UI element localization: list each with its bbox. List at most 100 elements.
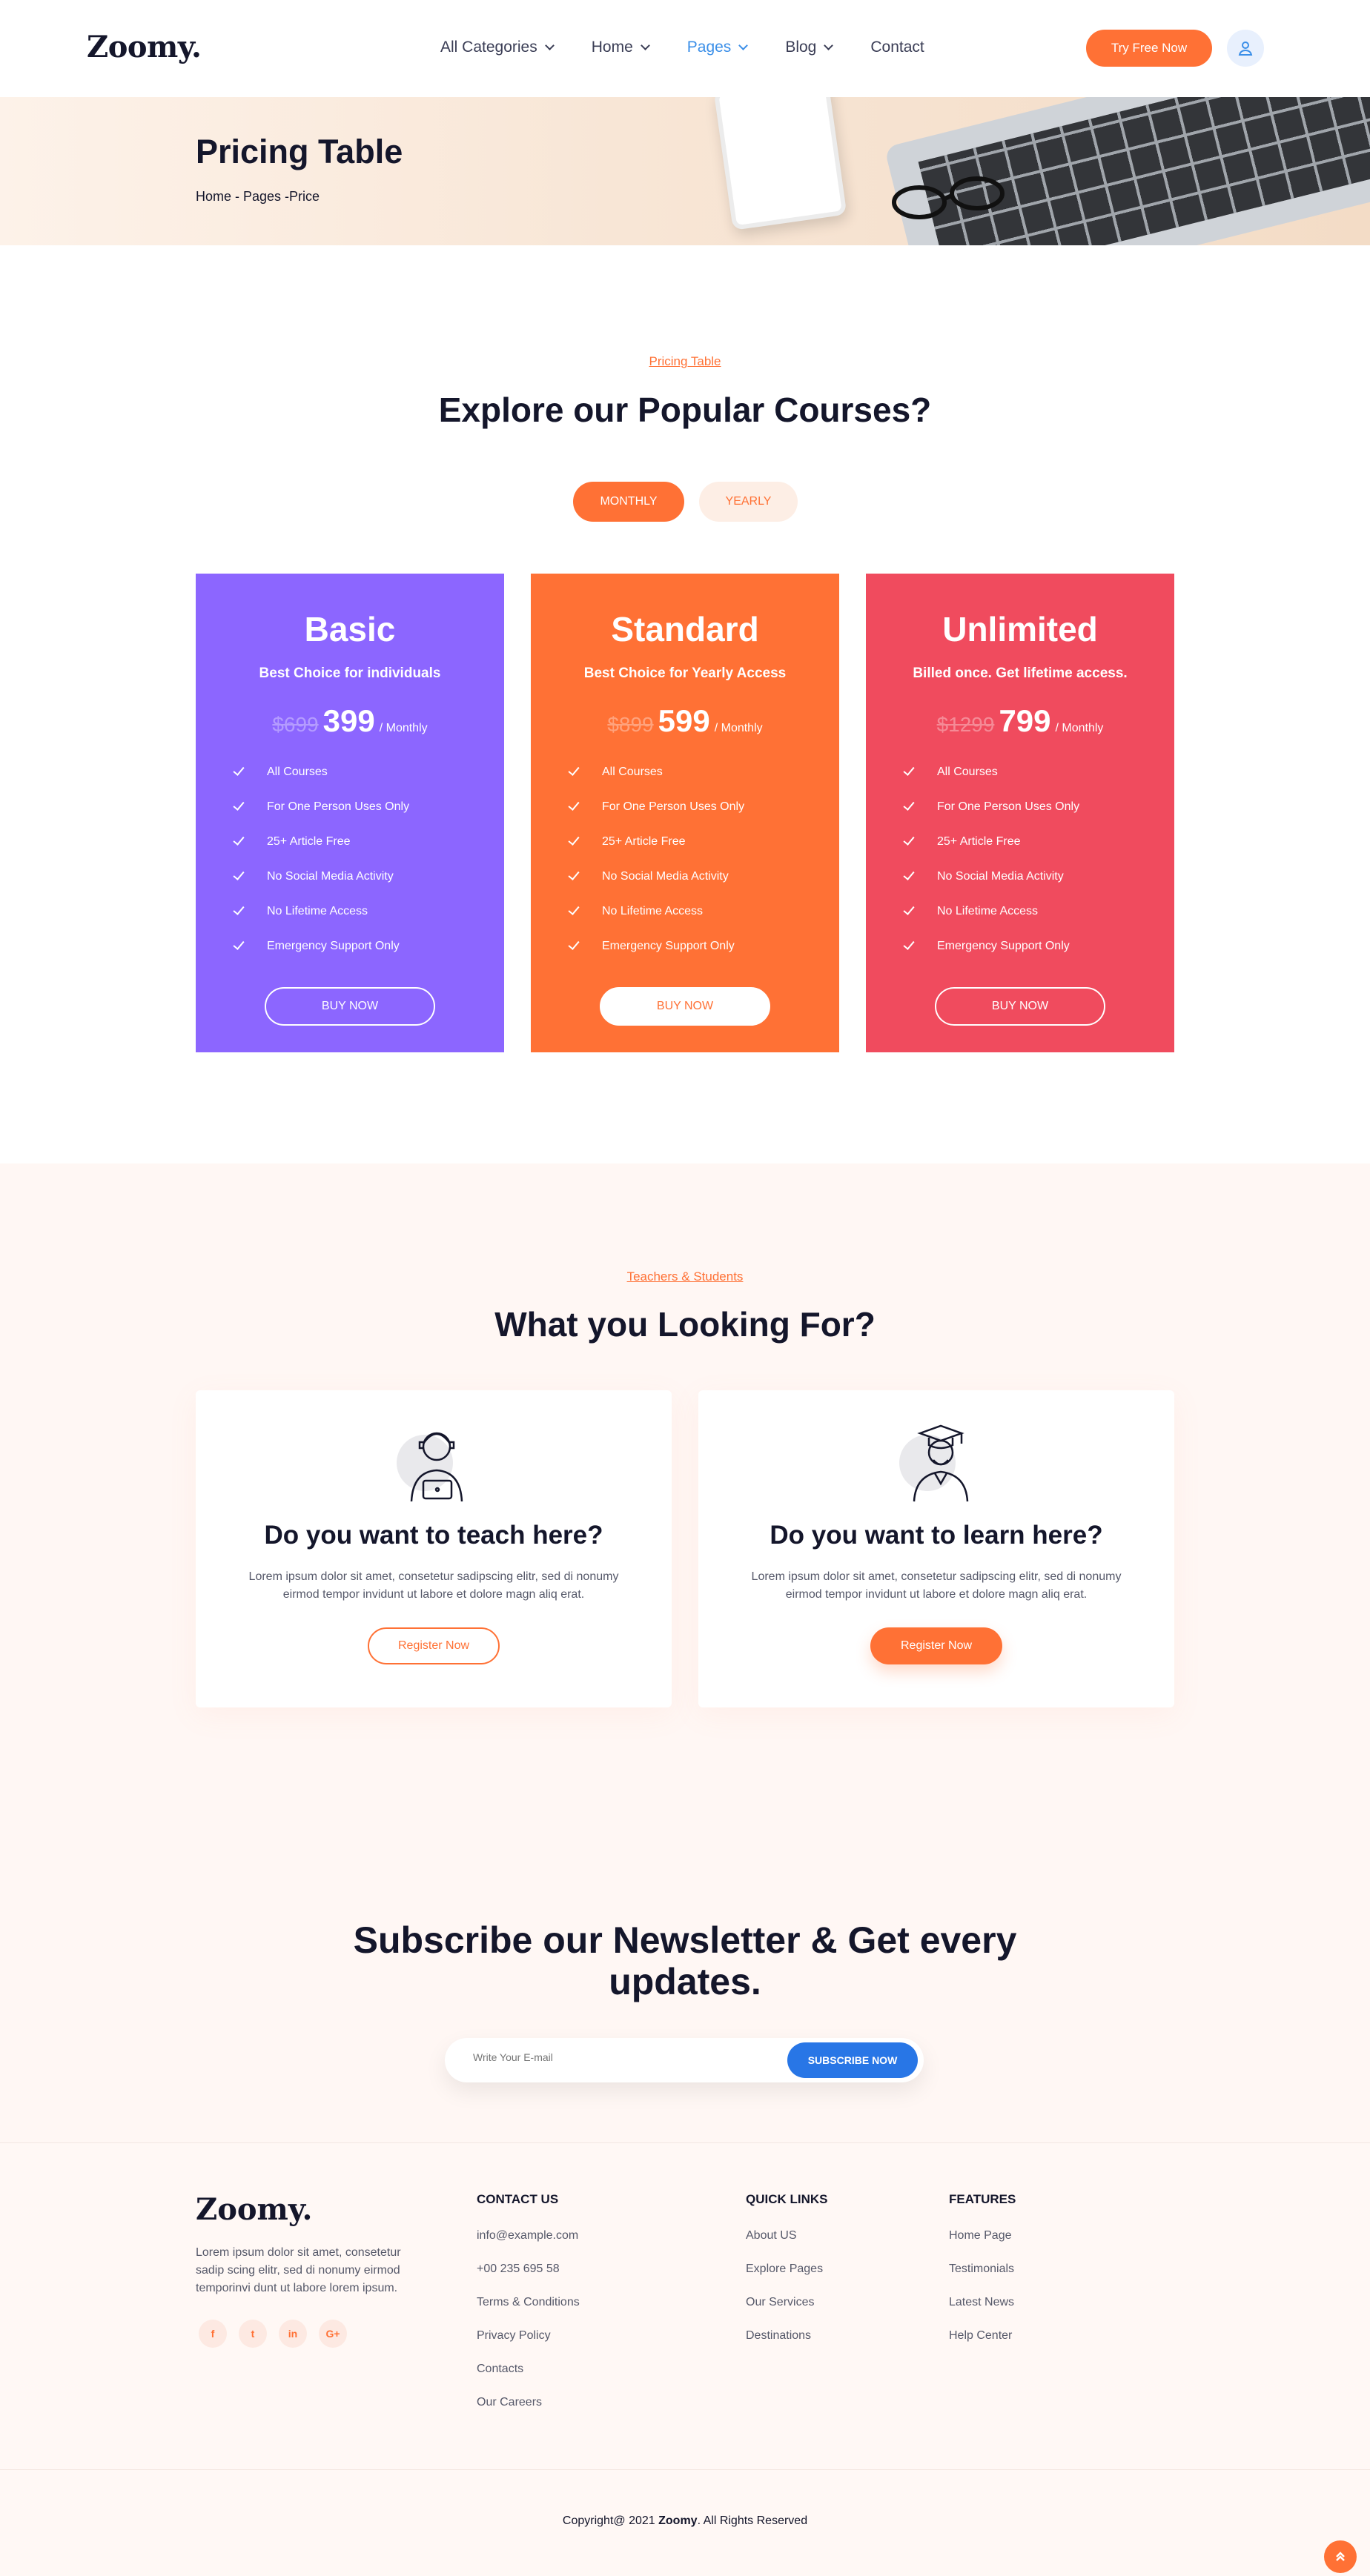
feature-item: For One Person Uses Only: [233, 789, 409, 824]
check-icon: [233, 798, 245, 811]
feature-label: No Social Media Activity: [937, 869, 1064, 883]
footer-link[interactable]: Testimonials: [949, 2263, 1016, 2296]
feature-label: For One Person Uses Only: [267, 800, 410, 813]
feature-item: Emergency Support Only: [568, 929, 744, 963]
footer-link[interactable]: About US: [746, 2229, 828, 2263]
feature-item: No Social Media Activity: [568, 859, 744, 894]
email-input[interactable]: [473, 2051, 770, 2063]
footer-link[interactable]: Our Careers: [477, 2396, 580, 2429]
looking-eyebrow: Teachers & Students: [626, 1269, 744, 1284]
card-title: Do you want to learn here?: [770, 1521, 1103, 1550]
check-icon: [568, 833, 580, 846]
check-icon: [903, 833, 915, 846]
price-period: / Monthly: [714, 722, 763, 734]
teacher-figure: [410, 1432, 463, 1502]
feature-label: No Lifetime Access: [937, 904, 1039, 917]
buy-now-button[interactable]: BUY NOW: [265, 987, 435, 1026]
plan-subtitle: Billed once. Get lifetime access.: [913, 665, 1128, 681]
price-period: / Monthly: [379, 722, 428, 734]
feature-item: No Lifetime Access: [903, 894, 1079, 929]
feature-item: All Courses: [233, 754, 409, 789]
feature-item: 25+ Article Free: [233, 824, 409, 859]
footer-logo[interactable]: Zoomy.: [196, 2192, 312, 2227]
teach-card: Do you want to teach here? Lorem ipsum d…: [196, 1390, 672, 1707]
footer-link[interactable]: info@example.com: [477, 2229, 580, 2263]
footer-link[interactable]: +00 235 695 58: [477, 2263, 580, 2296]
nav-label: Home: [591, 39, 633, 56]
yearly-toggle[interactable]: YEARLY: [699, 482, 798, 522]
feature-label: Emergency Support Only: [937, 939, 1070, 952]
student-icon: [899, 1421, 973, 1503]
footer-col-contact: CONTACT US info@example.com +00 235 695 …: [477, 2192, 580, 2429]
nav-item-all-categories[interactable]: All Categories: [440, 39, 555, 56]
nav-item-contact[interactable]: Contact: [870, 39, 924, 56]
facebook-icon[interactable]: f: [199, 2320, 227, 2348]
footer-about: Lorem ipsum dolor sit amet, consetetur s…: [196, 2246, 401, 2294]
nav-item-pages[interactable]: Pages: [686, 39, 749, 56]
glasses-image: [892, 176, 1005, 219]
feature-item: Emergency Support Only: [903, 929, 1079, 963]
current-price: 799: [999, 703, 1051, 738]
old-price: $699: [272, 713, 319, 736]
feature-item: No Lifetime Access: [568, 894, 744, 929]
subscribe-button[interactable]: SUBSCRIBE NOW: [787, 2042, 918, 2078]
monthly-toggle[interactable]: MONTHLY: [573, 482, 684, 522]
register-now-button[interactable]: Register Now: [368, 1627, 500, 1664]
copyright-prefix: Copyright@ 2021: [562, 2514, 655, 2527]
page-title: Pricing Table: [196, 133, 403, 170]
current-price: 399: [322, 703, 375, 738]
footer-link[interactable]: Explore Pages: [746, 2263, 828, 2296]
footer-link[interactable]: Terms & Conditions: [477, 2296, 580, 2329]
scroll-to-top-button[interactable]: [1324, 2540, 1357, 2573]
footer-link[interactable]: Privacy Policy: [477, 2329, 580, 2363]
check-icon: [233, 833, 245, 846]
check-icon: [568, 903, 580, 915]
register-now-button[interactable]: Register Now: [870, 1627, 1002, 1664]
current-price: 599: [658, 703, 710, 738]
feature-item: 25+ Article Free: [903, 824, 1079, 859]
nav-item-blog[interactable]: Blog: [785, 39, 834, 56]
price-row: $899 599 / Monthly: [531, 703, 839, 739]
newsletter-title: Subscribe our Newsletter & Get every upd…: [353, 1919, 1017, 2002]
footer-link[interactable]: Destinations: [746, 2329, 828, 2363]
feature-label: All Courses: [602, 765, 663, 778]
try-free-button[interactable]: Try Free Now: [1086, 30, 1212, 67]
feature-item: No Social Media Activity: [233, 859, 409, 894]
nav-label: Pages: [686, 39, 732, 56]
logo[interactable]: Zoomy.: [87, 30, 202, 64]
footer-col-title: QUICK LINKS: [746, 2192, 828, 2206]
user-account-button[interactable]: [1227, 30, 1264, 67]
pricing-title: Explore our Popular Courses?: [438, 391, 932, 429]
copyright-brand: Zoomy: [658, 2514, 698, 2527]
student-figure: [913, 1424, 969, 1502]
nav-label: Blog: [785, 39, 817, 56]
check-icon: [903, 763, 915, 776]
buy-now-button[interactable]: BUY NOW: [600, 987, 770, 1026]
learn-card: Do you want to learn here? Lorem ipsum d…: [698, 1390, 1174, 1707]
check-icon: [568, 763, 580, 776]
looking-title: What you Looking For?: [494, 1305, 876, 1344]
footer-link[interactable]: Contacts: [477, 2363, 580, 2396]
buy-now-button[interactable]: BUY NOW: [935, 987, 1105, 1026]
linkedin-icon[interactable]: in: [279, 2320, 307, 2348]
footer-link[interactable]: Help Center: [949, 2329, 1016, 2363]
twitter-icon[interactable]: t: [239, 2320, 267, 2348]
footer-link[interactable]: Our Services: [746, 2296, 828, 2329]
google-plus-icon[interactable]: G+: [319, 2320, 347, 2348]
footer-link[interactable]: Latest News: [949, 2296, 1016, 2329]
feature-list: All Courses For One Person Uses Only 25+…: [233, 754, 409, 963]
check-icon: [903, 937, 915, 950]
chevron-down-icon: [824, 41, 834, 50]
check-icon: [903, 798, 915, 811]
footer-link[interactable]: Home Page: [949, 2229, 1016, 2263]
pricing-card-standard: Standard Best Choice for Yearly Access $…: [531, 574, 839, 1052]
breadcrumb[interactable]: Home - Pages -Price: [196, 189, 320, 205]
chevron-down-icon: [544, 41, 555, 50]
divider: [0, 2469, 1370, 2470]
footer-col-title: FEATURES: [949, 2192, 1016, 2206]
check-icon: [903, 868, 915, 880]
nav-item-home[interactable]: Home: [591, 39, 650, 56]
check-icon: [568, 937, 580, 950]
feature-label: No Lifetime Access: [267, 904, 368, 917]
feature-label: 25+ Article Free: [267, 834, 351, 848]
